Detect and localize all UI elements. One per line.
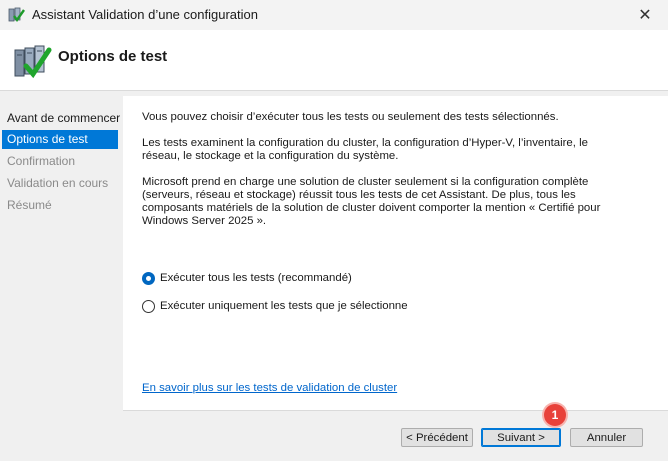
window-title: Assistant Validation d’une configuration <box>32 7 258 22</box>
option-run-selected-tests[interactable]: Exécuter uniquement les tests que je sél… <box>142 297 408 315</box>
step-resume: Résumé <box>7 198 52 212</box>
cluster-validation-icon <box>8 6 26 24</box>
option-run-all-tests[interactable]: Exécuter tous les tests (recommandé) <box>142 269 352 287</box>
footer-divider <box>123 410 668 411</box>
cancel-button[interactable]: Annuler <box>570 428 643 447</box>
radio-run-selected-label: Exécuter uniquement les tests que je sél… <box>160 300 408 312</box>
wizard-steps: Avant de commencer Options de test Confi… <box>0 91 122 461</box>
next-button[interactable]: Suivant > <box>481 428 561 447</box>
radio-run-all[interactable] <box>142 271 155 285</box>
step-avant-de-commencer[interactable]: Avant de commencer <box>2 109 120 128</box>
tests-description: Les tests examinent la configuration du … <box>142 137 588 162</box>
step-validation-en-cours: Validation en cours <box>7 176 109 190</box>
step-annotation-badge: 1 <box>544 404 566 426</box>
learn-more-link[interactable]: En savoir plus sur les tests de validati… <box>142 382 397 394</box>
content-panel: Vous pouvez choisir d’exécuter tous les … <box>123 96 668 410</box>
step-options-de-test[interactable]: Options de test <box>2 130 118 149</box>
close-button[interactable]: ✕ <box>622 0 668 30</box>
page-title: Options de test <box>58 48 168 65</box>
wizard-body: Avant de commencer Options de test Confi… <box>0 91 668 461</box>
previous-button[interactable]: < Précédent <box>401 428 473 447</box>
radio-run-all-label: Exécuter tous les tests (recommandé) <box>160 272 352 284</box>
support-notice: Microsoft prend en charge une solution d… <box>142 176 601 227</box>
radio-run-selected[interactable] <box>142 299 155 313</box>
intro-text: Vous pouvez choisir d’exécuter tous les … <box>142 111 559 123</box>
step-confirmation: Confirmation <box>7 154 76 168</box>
server-checkmark-icon <box>12 42 52 82</box>
title-bar: Assistant Validation d’une configuration… <box>0 0 668 30</box>
wizard-header: Options de test <box>0 30 668 91</box>
